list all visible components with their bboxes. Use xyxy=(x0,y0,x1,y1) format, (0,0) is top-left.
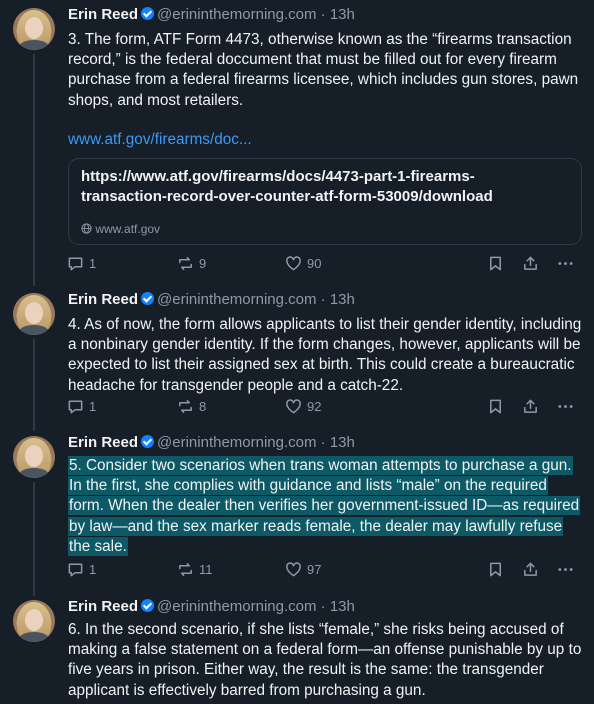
avatar[interactable] xyxy=(13,293,55,335)
share-button[interactable] xyxy=(522,398,539,415)
post-text: 3. The form, ATF Form 4473, otherwise kn… xyxy=(68,31,579,109)
share-button[interactable] xyxy=(522,255,539,272)
like-count: 92 xyxy=(307,399,322,414)
timestamp[interactable]: 13h xyxy=(330,434,355,451)
avatar[interactable] xyxy=(13,600,55,642)
author-name[interactable]: Erin Reed xyxy=(68,598,138,615)
more-icon xyxy=(558,405,573,408)
bookmark-icon xyxy=(490,399,501,414)
more-button[interactable] xyxy=(557,561,574,578)
post-header: Erin Reed @erininthemorning.com · 13h xyxy=(68,291,355,308)
post-text: 6. In the second scenario, if she lists … xyxy=(68,621,582,699)
reply-icon xyxy=(68,400,83,414)
post[interactable]: Erin Reed @erininthemorning.com · 13h 3. … xyxy=(0,0,594,286)
share-icon xyxy=(524,399,537,413)
post-header: Erin Reed @erininthemorning.com · 13h xyxy=(68,434,355,451)
author-handle[interactable]: @erininthemorning.com xyxy=(157,291,316,308)
avatar[interactable] xyxy=(13,436,55,478)
bookmark-icon xyxy=(490,256,501,271)
action-bar: 1 9 90 xyxy=(67,255,579,273)
action-bar: 1 8 92 xyxy=(67,398,579,416)
author-handle[interactable]: @erininthemorning.com xyxy=(157,434,316,451)
thread-line xyxy=(33,54,35,286)
post-header: Erin Reed @erininthemorning.com · 13h xyxy=(68,598,355,615)
verified-icon xyxy=(141,599,155,612)
repost-icon xyxy=(179,257,192,270)
like-icon xyxy=(286,256,301,271)
more-icon xyxy=(558,262,573,265)
author-name[interactable]: Erin Reed xyxy=(68,6,138,23)
repost-count: 8 xyxy=(199,399,207,414)
post-text-selected: 5. Consider two scenarios when trans wom… xyxy=(68,456,584,557)
reply-button[interactable]: 1 xyxy=(67,398,96,415)
like-icon xyxy=(286,562,301,577)
reply-count: 1 xyxy=(89,256,97,271)
more-icon xyxy=(558,568,573,571)
author-handle[interactable]: @erininthemorning.com xyxy=(157,6,316,23)
post[interactable]: Erin Reed @erininthemorning.com · 13h 6. … xyxy=(0,592,594,704)
repost-count: 9 xyxy=(199,256,207,271)
reply-button[interactable]: 1 xyxy=(67,561,96,578)
thread-line xyxy=(33,339,35,431)
verified-icon xyxy=(141,435,155,448)
link-card-domain: www.atf.gov xyxy=(81,222,160,236)
reply-icon xyxy=(68,563,83,577)
like-count: 90 xyxy=(307,256,322,271)
share-button[interactable] xyxy=(522,561,539,578)
reply-count: 1 xyxy=(89,399,97,414)
verified-icon xyxy=(141,292,155,305)
repost-count: 11 xyxy=(199,562,213,577)
bookmark-icon xyxy=(490,562,501,577)
repost-icon xyxy=(179,563,192,576)
timestamp[interactable]: 13h xyxy=(330,598,355,615)
timestamp[interactable]: 13h xyxy=(330,291,355,308)
post-header: Erin Reed @erininthemorning.com · 13h xyxy=(68,6,355,23)
more-button[interactable] xyxy=(557,255,574,272)
more-button[interactable] xyxy=(557,398,574,415)
share-icon xyxy=(524,562,537,576)
post[interactable]: Erin Reed @erininthemorning.com · 13h 5. … xyxy=(0,428,594,596)
avatar[interactable] xyxy=(13,8,55,50)
repost-button[interactable]: 8 xyxy=(177,398,206,415)
like-icon xyxy=(286,399,301,414)
like-button[interactable]: 97 xyxy=(285,561,321,578)
like-count: 97 xyxy=(307,562,322,577)
link-card-title: https://www.atf.gov/firearms/docs/4473-p… xyxy=(81,168,493,205)
bookmark-button[interactable] xyxy=(487,255,504,272)
like-button[interactable]: 92 xyxy=(285,398,321,415)
verified-icon xyxy=(141,7,155,20)
author-handle[interactable]: @erininthemorning.com xyxy=(157,598,316,615)
link-card[interactable]: https://www.atf.gov/firearms/docs/4473-p… xyxy=(68,158,582,245)
thread-line xyxy=(33,482,35,596)
bookmark-button[interactable] xyxy=(487,398,504,415)
repost-icon xyxy=(179,400,192,413)
repost-button[interactable]: 9 xyxy=(177,255,206,272)
timestamp[interactable]: 13h xyxy=(330,6,355,23)
reply-button[interactable]: 1 xyxy=(67,255,96,272)
repost-button[interactable]: 11 xyxy=(177,561,213,578)
author-name[interactable]: Erin Reed xyxy=(68,291,138,308)
post-text: 4. As of now, the form allows applicants… xyxy=(68,316,582,394)
link-card-domain-text: www.atf.gov xyxy=(95,222,161,236)
bookmark-button[interactable] xyxy=(487,561,504,578)
globe-icon xyxy=(81,223,92,234)
like-button[interactable]: 90 xyxy=(285,255,321,272)
reply-icon xyxy=(68,257,83,271)
author-name[interactable]: Erin Reed xyxy=(68,434,138,451)
reply-count: 1 xyxy=(89,562,97,577)
action-bar: 1 11 97 xyxy=(67,561,579,579)
selected-text[interactable]: 5. Consider two scenarios when trans wom… xyxy=(68,456,581,556)
post-link[interactable]: www.atf.gov/firearms/doc... xyxy=(68,130,584,150)
share-icon xyxy=(524,256,537,270)
post[interactable]: Erin Reed @erininthemorning.com · 13h 4. … xyxy=(0,285,594,431)
